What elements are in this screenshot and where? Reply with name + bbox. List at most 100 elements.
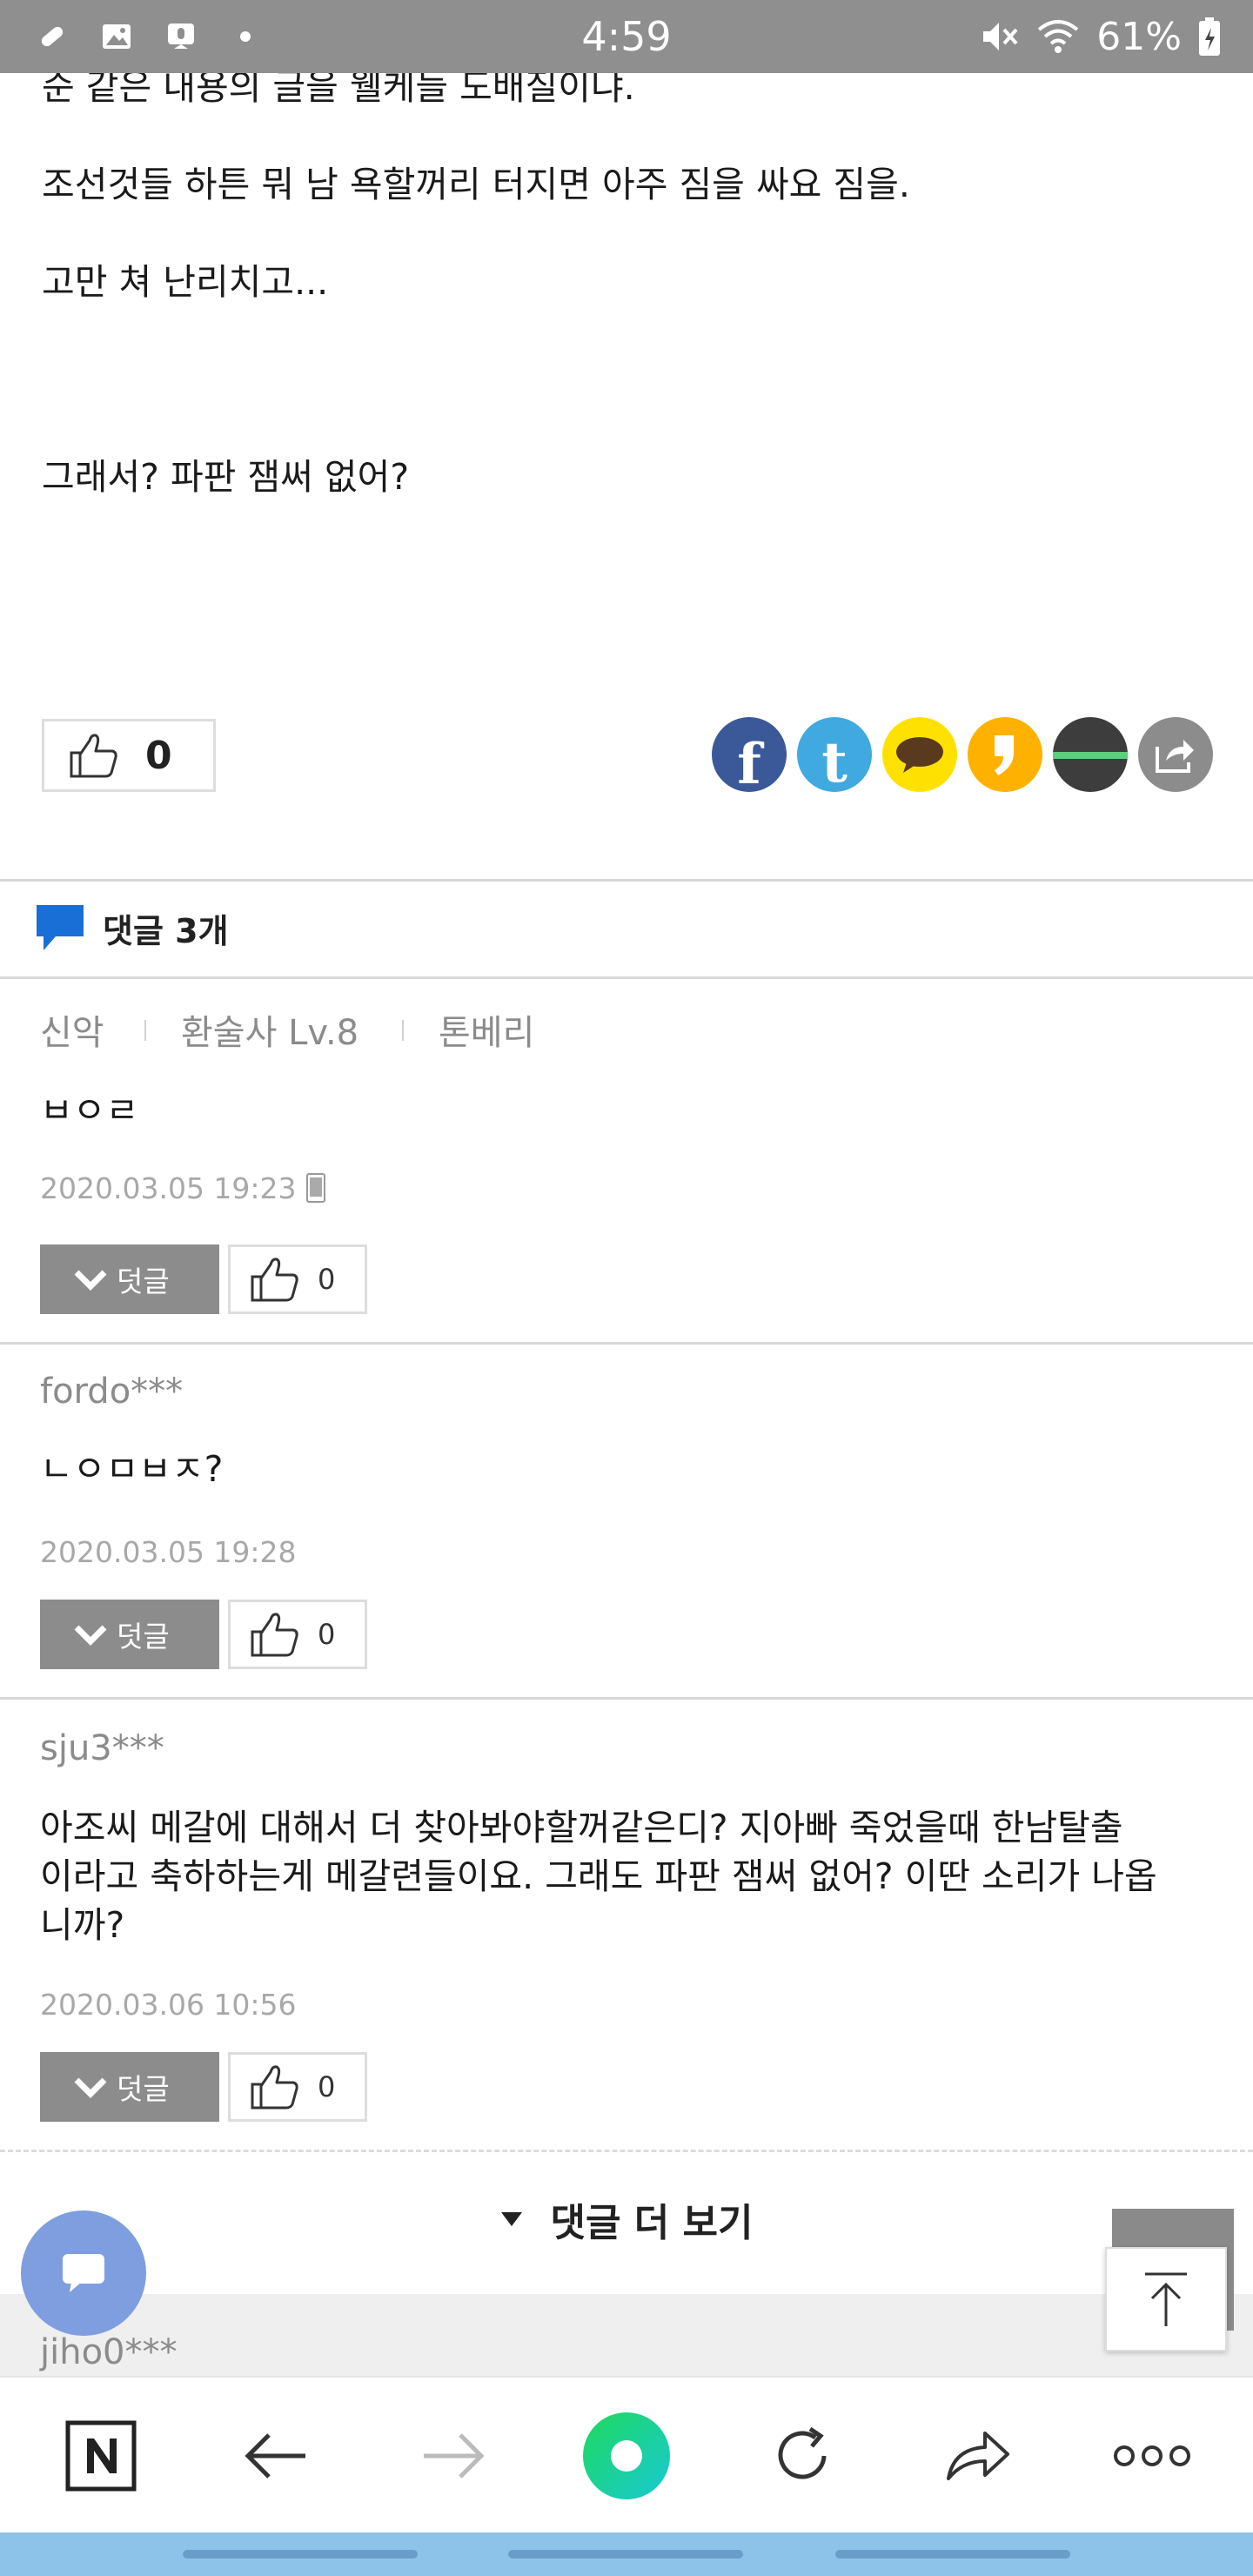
kakaostory-share-button[interactable] [968,717,1042,792]
mute-icon [983,23,1018,50]
more-share-button[interactable] [1138,717,1213,792]
voicemail-icon [168,23,194,49]
status-left-icons [35,0,263,73]
comment-text: ㄴㅇㅁㅂㅈ? [40,1448,224,1490]
reply-label: 덧글 [117,1265,170,1298]
forward-arrow-icon [424,2433,485,2479]
thumbs-up-icon [251,1613,298,1657]
mobile-icon [306,1173,326,1203]
comment-date: 2020.03.05 19:23 [40,1171,326,1205]
comment-date: 2020.03.05 19:28 [40,1535,297,1569]
chevron-down-icon [74,1270,107,1291]
reply-button[interactable]: 덧글 [40,1600,219,1669]
comment-user[interactable]: jiho0*** [40,2332,178,2372]
more-menu-button[interactable] [1100,2378,1204,2534]
facebook-icon: f [737,731,761,793]
comment-like-count: 0 [318,1263,336,1296]
browser-bottom-nav [0,2376,1253,2534]
gesture-pill[interactable] [508,2550,743,2559]
arrow-up-icon [1145,2272,1187,2326]
battery-icon [1199,17,1220,56]
kakaostory-icon [995,735,1014,775]
status-right-icons: 61% [978,0,1222,73]
thumbs-up-icon [251,1258,298,1302]
meta-separator [144,1020,146,1041]
status-bar: 4:59 61% [0,0,1253,73]
wifi-icon [1037,20,1079,53]
article-line-2: 조선것들 하튼 뭐 남 욕할꺼리 터지면 아주 짐을 싸요 짐을. [42,164,910,205]
naver-home-icon [65,2420,137,2492]
more-comments-button[interactable]: 댓글 더 보기 [0,2176,1253,2263]
comment-like-button[interactable]: 0 [228,1600,367,1669]
dashed-divider [0,2150,1253,2152]
reply-button[interactable]: 덧글 [40,2052,219,2122]
refresh-icon [778,2426,827,2479]
thumbs-up-icon [251,2065,298,2110]
article-like-count: 0 [145,733,172,778]
kakaotalk-icon [896,737,943,773]
kakaotalk-share-button[interactable] [882,717,957,792]
chat-bubble-icon [63,2254,104,2292]
comment-user[interactable]: sju3*** [40,1728,164,1768]
gesture-pill[interactable] [835,2550,1070,2559]
chevron-down-icon [74,1625,107,1646]
refresh-button[interactable] [750,2378,854,2534]
comments-header: 댓글 3개 [35,902,229,954]
share-buttons: f t [712,717,1213,794]
reply-button[interactable]: 덧글 [40,1244,219,1314]
twitter-icon: t [821,729,848,793]
gesture-pill[interactable] [183,2550,418,2559]
comment-text-line-2: 이라고 축하하는게 메갈련들이요. 그래도 파판 잼써 없어? 이딴 소리가 나… [40,1855,1157,1897]
facebook-share-button[interactable]: f [712,717,787,792]
thumbs-up-icon [70,734,117,778]
divider [0,1697,1253,1700]
comment-like-count: 0 [318,2070,336,2103]
battery-percent: 61% [1096,14,1182,59]
share-box-icon [1156,740,1194,773]
pill-icon [41,26,64,47]
more-dots-icon [1114,2445,1190,2466]
article-line-4: 그래서? 파판 잼써 없어? [42,456,410,498]
comments-count-label: 댓글 3개 [103,911,229,950]
scroll-to-top-button[interactable] [1105,2247,1227,2351]
comment-like-button[interactable]: 0 [228,1244,367,1314]
next-comment-area [0,2294,1253,2378]
comment-text: ㅂㅇㄹ [40,1090,139,1131]
comment-text-line-1: 아조씨 메갈에 대해서 더 찾아봐야할꺼같은디? 지아빠 죽었을때 한남탈출 [40,1807,1123,1848]
comment-user-level: 환술사 Lv.8 [181,1013,359,1053]
chat-fab-button[interactable] [21,2210,146,2336]
chevron-down-icon [74,2077,107,2098]
share-arrow-icon [947,2432,1009,2480]
green-dot-icon [583,2412,670,2499]
comment-like-button[interactable]: 0 [228,2052,367,2122]
speech-bubble-icon [37,905,84,950]
reply-label: 덧글 [117,2072,170,2106]
triangle-down-icon [501,2212,523,2226]
image-icon [103,24,131,49]
more-comments-label: 댓글 더 보기 [550,2201,754,2245]
divider [0,1342,1253,1345]
green-dot-button[interactable] [574,2378,679,2534]
back-arrow-icon [245,2433,305,2479]
comment-user-server: 톤베리 [439,1013,535,1053]
comment-text-line-3: 니까? [40,1904,125,1946]
divider [0,879,1253,882]
article-like-button[interactable]: 0 [42,719,216,792]
back-button[interactable] [224,2378,329,2534]
divider [0,976,1253,979]
share-button[interactable] [926,2378,1030,2534]
comment-like-count: 0 [318,1618,336,1651]
twitter-share-button[interactable]: t [797,717,872,792]
band-share-button[interactable] [1053,717,1128,792]
comment-user[interactable]: 신악 [40,1004,104,1055]
band-icon [1053,752,1128,759]
dot-icon [240,31,251,42]
reply-label: 덧글 [117,1620,170,1654]
comment-date-text: 2020.03.05 19:23 [40,1171,297,1205]
naver-home-button[interactable] [49,2378,153,2534]
forward-button[interactable] [400,2378,505,2534]
article-line-3: 고만 쳐 난리치고... [42,261,329,303]
comment-date: 2020.03.06 10:56 [40,1988,297,2022]
comment-user[interactable]: fordo*** [40,1372,183,1412]
meta-separator [402,1020,404,1041]
